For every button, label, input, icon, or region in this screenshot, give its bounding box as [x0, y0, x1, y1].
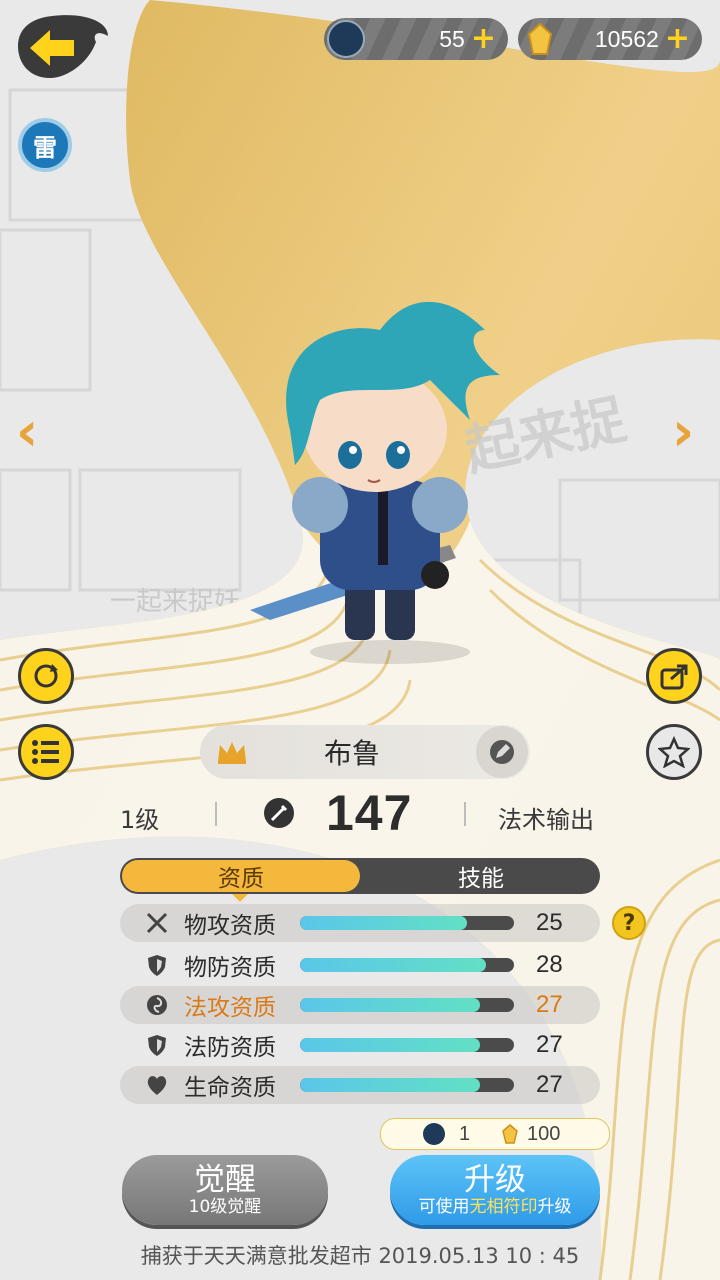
upgrade-label: 升级	[464, 1162, 526, 1198]
shield-icon	[144, 952, 170, 978]
gold-crystal-icon	[527, 22, 553, 55]
pet-name-plate: 布鲁	[200, 725, 530, 779]
edit-pencil-icon	[490, 740, 514, 764]
favorite-button[interactable]	[646, 724, 702, 780]
attribute-bar-fill	[300, 1038, 480, 1052]
gold-count: 10562	[594, 25, 659, 52]
upgrade-cost: 1 100	[380, 1118, 610, 1150]
cost-gold: 100	[527, 1122, 561, 1145]
attribute-bar-fill	[300, 1078, 480, 1092]
refresh-icon	[34, 664, 58, 688]
pet-head-gem-icon	[423, 1123, 445, 1145]
detail-tabs: 资质 技能	[120, 858, 600, 894]
tab-aptitude[interactable]: 资质	[122, 860, 360, 892]
previous-pet-arrow-icon[interactable]: ‹	[16, 405, 38, 459]
heart-icon	[144, 1072, 170, 1098]
pet-role: 法术输出	[498, 806, 594, 834]
share-button[interactable]	[646, 648, 702, 704]
rename-button[interactable]	[476, 726, 528, 778]
attribute-row[interactable]: 法防资质 27	[120, 1026, 600, 1064]
attribute-label: 生命资质	[184, 1075, 276, 1101]
rune-highlight: 无相符印	[469, 1197, 538, 1217]
combat-power: 147	[326, 785, 413, 841]
gold-crystal-icon	[502, 1124, 518, 1144]
gem-count: 55	[439, 25, 465, 52]
attribute-value: 25	[536, 909, 563, 936]
attribute-bar-fill	[300, 998, 480, 1012]
awaken-label: 觉醒	[194, 1162, 256, 1198]
upgrade-hint-prefix: 可使用	[418, 1197, 470, 1217]
attribute-value: 27	[536, 991, 563, 1018]
gem-currency-counter[interactable]: 55 +	[324, 18, 508, 60]
attribute-label: 物攻资质	[184, 913, 276, 939]
capture-info: 捕获于天天满意批发超市 2019.05.13 10 : 45	[140, 1244, 580, 1268]
attribute-row[interactable]: 物攻资质 25	[120, 904, 600, 942]
thunder-element-badge[interactable]: 雷	[18, 118, 72, 172]
upgrade-hint: 可使用无相符印升级	[419, 1197, 572, 1217]
awaken-requirement: 10级觉醒	[188, 1197, 262, 1217]
attribute-label: 法防资质	[184, 1035, 276, 1061]
add-gem-icon[interactable]: +	[471, 24, 496, 54]
menu-list-button[interactable]	[18, 724, 74, 780]
pet-level: 1级	[120, 806, 160, 834]
attribute-value: 28	[536, 951, 563, 978]
add-gold-icon[interactable]: +	[665, 24, 690, 54]
divider	[215, 802, 217, 826]
attribute-label: 物防资质	[184, 955, 276, 981]
aptitude-help-button[interactable]: ?	[612, 906, 646, 940]
attribute-bar	[300, 916, 514, 930]
attribute-bar	[300, 1078, 514, 1092]
attribute-bar-fill	[300, 916, 467, 930]
tab-skills[interactable]: 技能	[362, 858, 600, 894]
cost-gems: 1	[459, 1122, 471, 1145]
attribute-bar	[300, 958, 514, 972]
tab-pointer	[232, 894, 248, 902]
pet-head-gem-icon	[327, 20, 365, 58]
gold-currency-counter[interactable]: 10562 +	[518, 18, 702, 60]
pet-character-model[interactable]	[250, 290, 530, 670]
attribute-row[interactable]: 法攻资质 27	[120, 986, 600, 1024]
upgrade-hint-suffix: 升级	[537, 1197, 572, 1217]
pet-name: 布鲁	[323, 737, 380, 770]
attribute-bar	[300, 998, 514, 1012]
attribute-bar-fill	[300, 958, 487, 972]
swirl-icon	[144, 992, 170, 1018]
attribute-row[interactable]: 物防资质 28	[120, 946, 600, 984]
crossed-swords-icon	[144, 910, 170, 936]
back-arrow-icon	[18, 15, 108, 78]
divider	[464, 802, 466, 826]
awaken-button[interactable]: 觉醒 10级觉醒	[122, 1155, 328, 1225]
attribute-value: 27	[536, 1071, 563, 1098]
attribute-value: 27	[536, 1031, 563, 1058]
list-icon	[32, 740, 59, 764]
refresh-button[interactable]	[18, 648, 74, 704]
attribute-row[interactable]: 生命资质 27	[120, 1066, 600, 1104]
attribute-bar	[300, 1038, 514, 1052]
star-icon	[658, 736, 690, 768]
attribute-label: 法攻资质	[184, 995, 276, 1021]
back-button[interactable]	[16, 12, 112, 84]
share-icon	[660, 664, 688, 690]
next-pet-arrow-icon[interactable]: ›	[672, 405, 694, 459]
shield-icon	[144, 1032, 170, 1058]
crown-icon	[218, 742, 246, 764]
upgrade-button[interactable]: 升级 可使用无相符印升级	[390, 1155, 600, 1225]
combat-power-icon	[264, 798, 294, 828]
